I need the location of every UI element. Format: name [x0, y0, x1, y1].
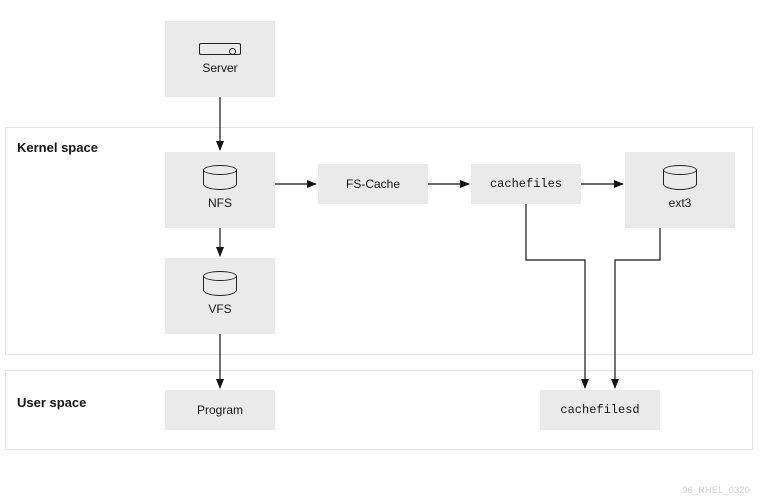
nfs-label: NFS — [208, 196, 232, 210]
program-label: Program — [197, 403, 243, 417]
nfs-node: NFS — [165, 152, 275, 228]
server-label: Server — [202, 61, 237, 75]
ext3-label: ext3 — [669, 196, 692, 210]
cachefilesd-label: cachefilesd — [560, 403, 639, 417]
cachefiles-node: cachefiles — [471, 164, 581, 204]
fscache-label: FS-Cache — [346, 177, 400, 191]
ext3-node: ext3 — [625, 152, 735, 228]
cachefiles-label: cachefiles — [490, 177, 562, 191]
cachefilesd-node: cachefilesd — [540, 390, 660, 430]
watermark: 96_RHEL_0320 — [682, 485, 750, 495]
server-node: Server — [165, 21, 275, 97]
disk-icon — [663, 170, 697, 190]
vfs-label: VFS — [208, 302, 231, 316]
fscache-node: FS-Cache — [318, 164, 428, 204]
program-node: Program — [165, 390, 275, 430]
server-icon — [199, 43, 241, 55]
vfs-node: VFS — [165, 258, 275, 334]
disk-icon — [203, 170, 237, 190]
user-space-label: User space — [17, 395, 86, 410]
disk-icon — [203, 276, 237, 296]
kernel-space-label: Kernel space — [17, 140, 98, 155]
